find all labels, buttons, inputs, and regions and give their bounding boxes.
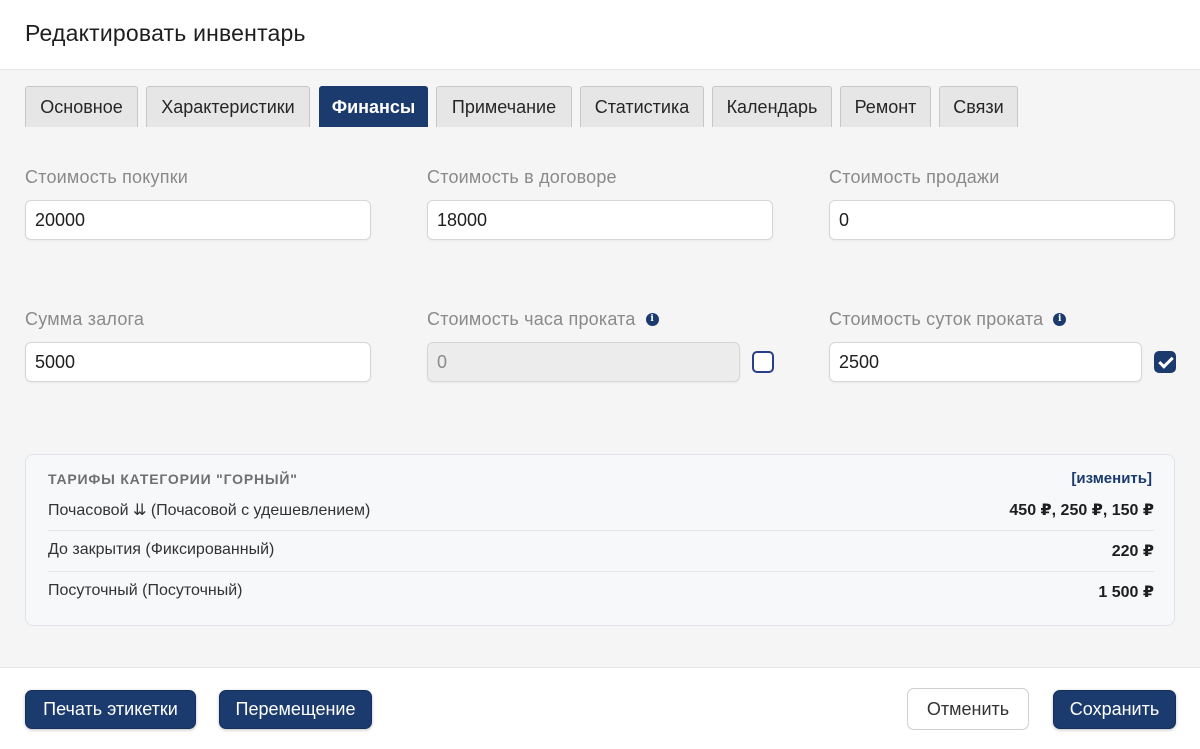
daily-rate-label-text: Стоимость суток проката <box>829 309 1044 329</box>
dialog-header: Редактировать инвентарь <box>0 0 1200 70</box>
tariff-value: 220 ₽ <box>1111 543 1154 560</box>
tab-links[interactable]: Связи <box>939 86 1018 127</box>
purchase-price-label-text: Стоимость покупки <box>25 167 189 187</box>
move-button[interactable]: Перемещение <box>219 690 372 729</box>
contract-price-label: Стоимость в договоре <box>427 167 617 188</box>
hourly-rate-input: 0 <box>427 342 740 382</box>
purchase-price-input[interactable]: 20000 <box>25 200 371 240</box>
deposit-input[interactable]: 5000 <box>25 342 371 382</box>
tariffs-edit-link[interactable]: [изменить] <box>1071 470 1152 487</box>
hourly-rate-label-text: Стоимость часа проката <box>427 309 636 329</box>
deposit-label-text: Сумма залога <box>25 309 145 329</box>
hourly-rate-label: Стоимость часа проката i <box>427 309 659 330</box>
deposit-label: Сумма залога <box>25 309 144 330</box>
category-tariffs-panel: ТАРИФЫ КАТЕГОРИИ "ГОРНЫЙ" [изменить] Поч… <box>25 454 1175 626</box>
daily-rate-checkbox[interactable] <box>1154 351 1176 373</box>
purchase-price-label: Стоимость покупки <box>25 167 188 188</box>
tariff-value: 1 500 ₽ <box>1098 584 1154 601</box>
sale-price-label: Стоимость продажи <box>829 167 1000 188</box>
tariff-name: Посуточный (Посуточный) <box>48 582 243 599</box>
tab-finance[interactable]: Финансы <box>319 86 428 127</box>
contract-price-input[interactable]: 18000 <box>427 200 773 240</box>
dialog-title: Редактировать инвентарь <box>25 20 306 46</box>
print-label-button[interactable]: Печать этикетки <box>25 690 196 729</box>
tab-calendar[interactable]: Календарь <box>712 86 832 127</box>
tab-notes[interactable]: Примечание <box>436 86 572 127</box>
save-button[interactable]: Сохранить <box>1053 690 1176 729</box>
tab-statistics[interactable]: Статистика <box>580 86 704 127</box>
edit-inventory-dialog: Редактировать инвентарь Основное Характе… <box>0 0 1200 749</box>
cancel-button[interactable]: Отменить <box>907 688 1029 730</box>
dialog-footer: Печать этикетки Перемещение Отменить Сох… <box>0 667 1200 749</box>
contract-price-label-text: Стоимость в договоре <box>427 167 617 187</box>
sale-price-label-text: Стоимость продажи <box>829 167 1000 187</box>
tariff-row: Почасовой ⇊ (Почасовой с удешевлением) 4… <box>48 490 1154 531</box>
tariff-name: Почасовой ⇊ (Почасовой с удешевлением) <box>48 502 371 519</box>
sale-price-input[interactable]: 0 <box>829 200 1175 240</box>
daily-rate-label: Стоимость суток проката i <box>829 309 1067 330</box>
tariff-value: 450 ₽, 250 ₽, 150 ₽ <box>1009 502 1154 519</box>
tab-general[interactable]: Основное <box>25 86 138 127</box>
hourly-rate-checkbox[interactable] <box>752 351 774 373</box>
tariff-row: До закрытия (Фиксированный) 220 ₽ <box>48 531 1154 572</box>
tariffs-title: ТАРИФЫ КАТЕГОРИИ "ГОРНЫЙ" <box>48 471 298 487</box>
dialog-body: Основное Характеристики Финансы Примечан… <box>0 70 1200 667</box>
info-icon[interactable]: i <box>1053 313 1067 326</box>
tab-characteristics[interactable]: Характеристики <box>146 86 310 127</box>
daily-rate-input[interactable]: 2500 <box>829 342 1142 382</box>
info-icon[interactable]: i <box>645 313 659 326</box>
tariff-row: Посуточный (Посуточный) 1 500 ₽ <box>48 572 1154 613</box>
tab-repair[interactable]: Ремонт <box>840 86 931 127</box>
tariff-name: До закрытия (Фиксированный) <box>48 541 275 558</box>
